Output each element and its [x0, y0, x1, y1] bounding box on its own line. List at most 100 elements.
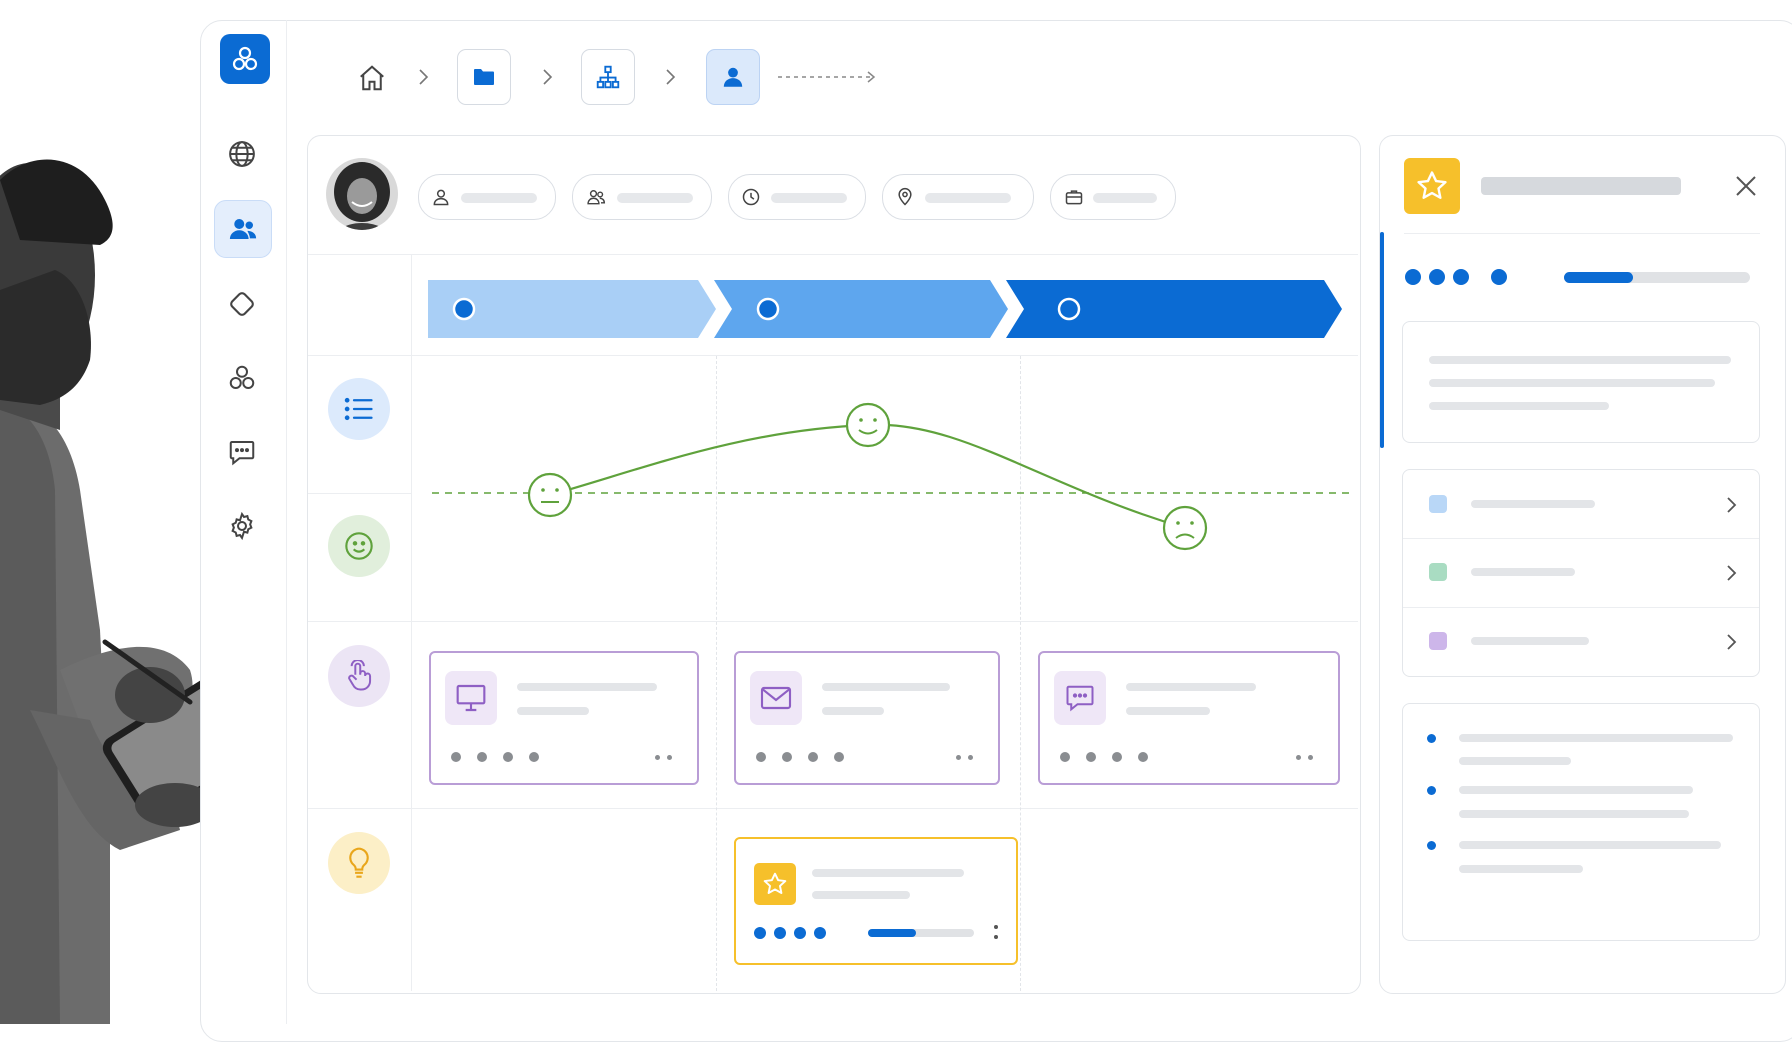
rating-dot	[1453, 269, 1469, 285]
opportunity-progress-track	[868, 929, 974, 937]
close-icon[interactable]	[1734, 174, 1758, 198]
message-icon	[1066, 685, 1094, 712]
rating-dot	[814, 927, 826, 939]
opportunity-card[interactable]	[734, 837, 1018, 965]
home-icon	[360, 65, 384, 91]
settings-icon	[231, 511, 253, 541]
location-pin-icon	[898, 187, 912, 206]
status-dot	[1086, 752, 1096, 762]
detail-list-item[interactable]	[1403, 470, 1759, 539]
active-accent-bar	[1380, 232, 1384, 448]
placeholder-text	[812, 891, 910, 899]
row-actions[interactable]	[328, 378, 390, 440]
sidebar-item-network[interactable]	[214, 350, 270, 406]
stage-1-marker	[452, 297, 476, 321]
sidebar-item-diamond[interactable]	[214, 276, 270, 332]
status-dot	[1060, 752, 1070, 762]
bullet	[1427, 786, 1436, 795]
touchpoint-card-email[interactable]	[734, 651, 1000, 785]
touchpoint-card-chat[interactable]	[1038, 651, 1340, 785]
placeholder-text	[925, 193, 1011, 203]
breadcrumb-org[interactable]	[581, 49, 635, 105]
happy-face-icon[interactable]	[845, 402, 891, 448]
touchpoint-card-web[interactable]	[429, 651, 699, 785]
app-logo[interactable]	[220, 34, 270, 84]
sidebar-item-chat[interactable]	[214, 424, 270, 480]
attribute-pill-work[interactable]	[1050, 174, 1176, 220]
divider	[411, 255, 412, 991]
journey-stages	[428, 280, 1342, 338]
dashed-arrow	[778, 71, 876, 83]
star-badge	[754, 863, 796, 905]
divider	[308, 355, 1358, 356]
status-dot	[756, 752, 766, 762]
mail-icon	[760, 686, 792, 710]
touchpoint-icon-box	[1054, 671, 1106, 725]
color-swatch	[1429, 632, 1447, 650]
row-touchpoints[interactable]	[328, 645, 390, 707]
color-swatch	[1429, 495, 1447, 513]
divider	[308, 621, 1358, 622]
detail-list-item[interactable]	[1403, 608, 1759, 676]
opportunity-progress-fill	[868, 929, 916, 937]
chevron-right-icon	[1727, 634, 1737, 650]
placeholder-text	[1429, 379, 1715, 387]
breadcrumb-home[interactable]	[356, 58, 388, 98]
stage-3-marker	[1057, 297, 1081, 321]
org-chart-icon	[596, 65, 620, 89]
status-dot	[529, 752, 539, 762]
clock-icon	[742, 188, 760, 206]
detail-star-badge	[1404, 158, 1460, 214]
row-opportunities[interactable]	[328, 832, 390, 894]
sad-face-icon[interactable]	[1162, 505, 1208, 551]
emotion-curve	[432, 402, 1350, 551]
customer-avatar[interactable]	[326, 158, 398, 230]
breadcrumb-folder[interactable]	[457, 49, 511, 105]
touchpoint-icon-box	[445, 671, 497, 725]
placeholder-text	[822, 683, 950, 691]
placeholder-text	[822, 707, 884, 715]
status-dot	[477, 752, 487, 762]
neutral-face-icon[interactable]	[527, 472, 573, 518]
globe-icon	[229, 141, 255, 167]
team-logo-icon	[232, 46, 258, 71]
attribute-pill-group[interactable]	[572, 174, 712, 220]
lightbulb-icon	[349, 847, 369, 878]
placeholder-text	[1093, 193, 1157, 203]
row-emotions[interactable]	[328, 515, 390, 577]
breadcrumb-person[interactable]	[706, 49, 760, 105]
status-dot	[503, 752, 513, 762]
attribute-pill-person[interactable]	[418, 174, 556, 220]
star-icon	[763, 872, 787, 894]
rating-dot	[754, 927, 766, 939]
status-dot	[1112, 752, 1122, 762]
status-dot	[808, 752, 818, 762]
detail-summary-box	[1402, 321, 1760, 443]
chevron-right-icon	[543, 69, 553, 85]
attribute-pill-location[interactable]	[882, 174, 1034, 220]
stage-3-chevron[interactable]	[1006, 280, 1342, 338]
person-icon	[433, 189, 449, 206]
folder-icon	[474, 69, 494, 85]
placeholder-text	[1459, 841, 1721, 849]
status-dot	[834, 752, 844, 762]
placeholder-text	[517, 683, 657, 691]
attribute-pill-time[interactable]	[728, 174, 866, 220]
placeholder-text	[1459, 734, 1733, 742]
detail-list-item[interactable]	[1403, 539, 1759, 608]
placeholder-text	[1126, 707, 1210, 715]
more-dot	[994, 925, 998, 929]
rating-dot	[794, 927, 806, 939]
placeholder-text	[1471, 500, 1595, 508]
rating-dot	[1429, 269, 1445, 285]
more-dot	[1308, 755, 1313, 760]
group-icon	[587, 190, 606, 205]
placeholder-text	[771, 193, 847, 203]
monitor-icon	[456, 684, 486, 712]
placeholder-text	[517, 707, 589, 715]
sidebar-item-globe[interactable]	[214, 126, 270, 182]
detail-notes-box	[1402, 703, 1760, 941]
sidebar-item-settings[interactable]	[214, 498, 270, 554]
sidebar-item-users[interactable]	[214, 200, 272, 258]
placeholder-text	[1459, 865, 1583, 873]
